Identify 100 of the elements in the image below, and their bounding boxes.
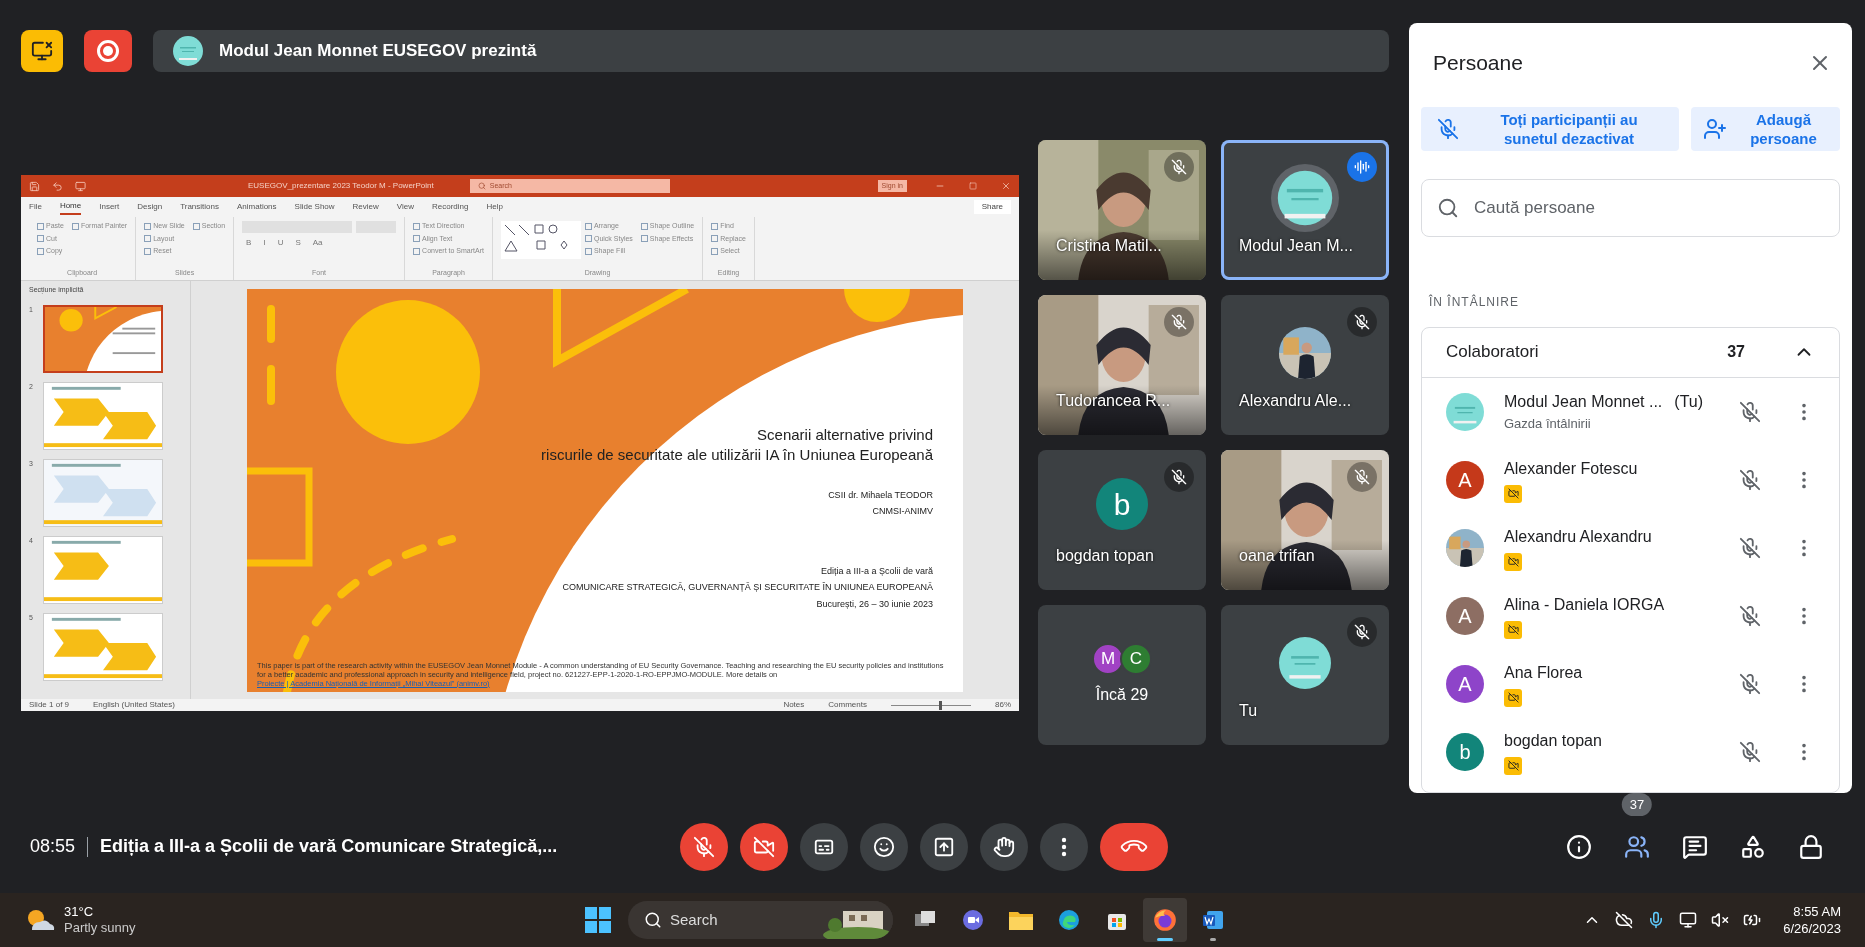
share-button[interactable]: Share <box>973 200 1011 214</box>
window-title: EUSEGOV_prezentare 2023 Teodor M - PowerPoint <box>248 180 434 192</box>
participant-name: oana trifan <box>1239 546 1315 566</box>
camera-button[interactable] <box>740 822 788 871</box>
host-label: Gazda întâlnirii <box>1504 414 1592 433</box>
clock-date: 6/26/2023 <box>1783 920 1841 937</box>
close-icon[interactable] <box>1001 181 1011 191</box>
participant-tile[interactable]: Tu <box>1221 605 1389 745</box>
format-button[interactable]: U <box>277 237 284 249</box>
participant-tile[interactable]: Alexandru Ale... <box>1221 295 1389 435</box>
ribbon-tab[interactable]: Slide Show <box>294 199 335 215</box>
more-button[interactable] <box>1040 822 1088 871</box>
clock-time: 8:55 AM <box>1793 903 1841 920</box>
volume-muted-icon[interactable] <box>1711 911 1730 929</box>
browser-icon[interactable] <box>1143 898 1187 942</box>
ribbon-tab[interactable]: View <box>396 199 415 215</box>
avatar: M <box>1092 643 1124 675</box>
tool-icon <box>192 222 200 230</box>
present-button[interactable] <box>920 822 968 871</box>
participant-name: Alexandru Alexandru <box>1504 526 1652 547</box>
end-call-button[interactable] <box>1100 822 1168 871</box>
display-icon[interactable] <box>1679 911 1698 929</box>
format-button[interactable]: S <box>295 237 301 249</box>
meeting-title: Ediția a III-a a Școlii de vară Comunicare Strategică,... <box>100 835 558 858</box>
participant-tile[interactable]: M C Încă 29 <box>1038 605 1206 745</box>
ribbon-tab[interactable]: Help <box>486 199 503 215</box>
ribbon-tab[interactable]: Insert <box>99 199 120 215</box>
participant-name: Tu <box>1239 701 1258 721</box>
slide-counter: Slide 1 of 9 <box>29 700 70 710</box>
slide-place-date: București, 26 – 30 iunie 2023 <box>816 597 933 611</box>
add-person-icon <box>1703 116 1727 141</box>
mic-off-icon[interactable] <box>1739 740 1761 763</box>
panel-title: Persoane <box>1433 50 1523 76</box>
mic-off-icon[interactable] <box>1739 400 1761 423</box>
avatar: A <box>1446 460 1484 499</box>
audio-level-icon <box>1347 152 1377 182</box>
search-icon <box>1437 196 1459 219</box>
avatar: b <box>1096 478 1148 530</box>
smiley-icon <box>873 835 895 858</box>
record-icon <box>97 40 119 62</box>
search-icon <box>477 182 486 190</box>
mic-off-icon[interactable] <box>1739 604 1761 627</box>
mic-off-icon[interactable] <box>1739 672 1761 695</box>
info-icon <box>1566 833 1592 860</box>
ribbon-tab[interactable]: Review <box>352 199 379 215</box>
more-icon <box>1061 836 1067 857</box>
hand-icon <box>993 835 1015 858</box>
mic-off-icon <box>693 835 715 858</box>
format-button[interactable]: I <box>263 237 266 249</box>
mute-all-button[interactable]: Toți participanții au sunetul dezactivat <box>1421 106 1679 151</box>
slide-affiliation: CNMSI-ANIMV <box>872 505 933 518</box>
participant-name: Modul Jean Monnet ... <box>1504 391 1663 412</box>
microphone-button[interactable] <box>680 822 728 871</box>
format-button[interactable]: Aa <box>312 237 323 249</box>
you-label: (Tu) <box>1674 391 1704 412</box>
ribbon-tab[interactable]: File <box>29 199 42 215</box>
emoji-button[interactable] <box>860 822 908 871</box>
avatar: b <box>1446 732 1484 771</box>
undo-icon[interactable] <box>52 180 63 192</box>
comments-button[interactable]: Comments <box>828 700 867 710</box>
notes-button[interactable]: Notes <box>783 700 805 710</box>
slide-thumbnail[interactable] <box>43 304 163 373</box>
ribbon-tab[interactable]: Animations <box>237 199 277 215</box>
participant-tile[interactable]: oana trifan <box>1221 450 1389 590</box>
avatar: A <box>1446 664 1484 703</box>
shapes-icon <box>1740 833 1766 860</box>
start-icon[interactable] <box>584 906 612 934</box>
avatar: C <box>1120 643 1152 675</box>
mic-off-icon[interactable] <box>1739 468 1761 491</box>
avatar: A <box>1446 596 1484 635</box>
ribbon-tab[interactable]: Recording <box>432 199 469 215</box>
ribbon-tab[interactable]: Design <box>137 199 163 215</box>
format-button[interactable]: B <box>246 237 252 249</box>
record-button[interactable] <box>84 30 132 72</box>
ribbon-tab[interactable]: Transitions <box>180 199 219 215</box>
cloud-off-icon[interactable] <box>1615 911 1634 929</box>
temperature: 31°C <box>64 904 95 920</box>
raise-hand-button[interactable] <box>980 822 1028 871</box>
ribbon-tab[interactable]: Home <box>59 199 82 215</box>
participant-name: bogdan topan <box>1056 546 1154 566</box>
participant-name: Modul Jean M... <box>1239 236 1353 256</box>
zoom-level: 86% <box>995 700 1011 710</box>
presentation-button[interactable] <box>21 30 63 72</box>
zoom-slider-thumb[interactable] <box>939 700 942 710</box>
slide-event: COMUNICARE STRATEGICĂ, GUVERNANȚĂ ȘI SECURITATE ÎN UNIUNEA EUROPEANĂ <box>562 581 933 594</box>
language-label: English (United States) <box>93 700 175 710</box>
mic-off-icon[interactable] <box>1739 536 1761 559</box>
shapes-gallery-icon[interactable] <box>500 221 581 259</box>
people-search-field[interactable]: Caută persoane <box>1421 178 1840 237</box>
add-people-button[interactable]: Adaugă persoane <box>1691 106 1840 151</box>
mic-off-icon <box>1437 117 1459 140</box>
section-label: ÎN ÎNTÂLNIRE <box>1429 293 1520 311</box>
monitor-icon[interactable] <box>75 180 86 192</box>
slide-edition: Ediția a III-a a Școlii de vară <box>820 564 933 578</box>
captions-button[interactable] <box>800 822 848 871</box>
group-header[interactable]: Colaboratori 37 <box>1422 327 1839 378</box>
participant-name: Alexander Fotescu <box>1504 458 1638 479</box>
participant-tile[interactable]: b bogdan topan <box>1038 450 1206 590</box>
save-icon[interactable] <box>29 180 40 192</box>
participant-tile[interactable]: Modul Jean M... <box>1221 140 1389 280</box>
